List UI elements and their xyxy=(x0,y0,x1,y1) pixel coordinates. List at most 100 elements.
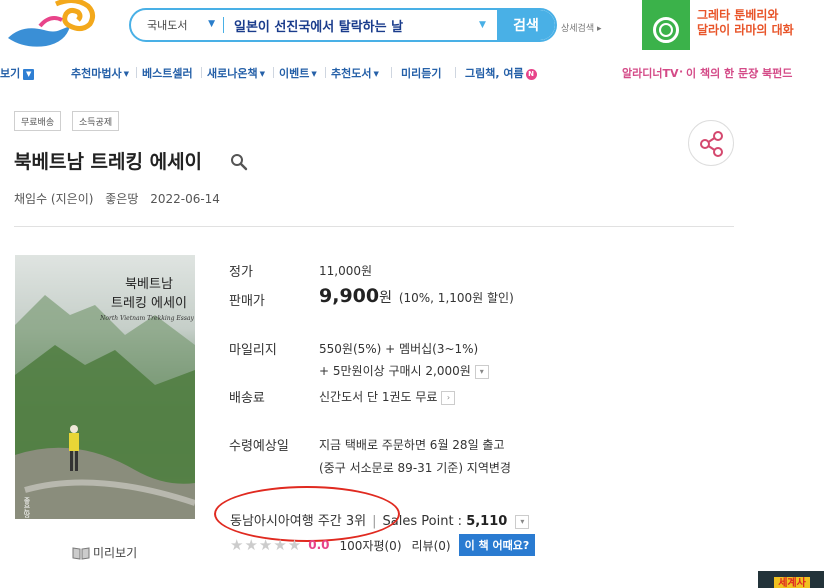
nav-link-sep: · xyxy=(755,65,760,78)
category-rank-link[interactable]: 동남아시아여행 주간 3위 xyxy=(230,514,366,529)
caret-down-icon: ▼ xyxy=(373,70,379,78)
cover-title-line: 북베트남 xyxy=(125,277,173,292)
rating-score: 0.0 xyxy=(308,538,330,552)
sale-price-row: 9,900원 (10%, 1,100원 할인) xyxy=(319,285,514,307)
new-badge: N xyxy=(525,68,537,80)
share-button[interactable] xyxy=(688,120,734,166)
main-nav: 보기 ▼ 추천마법사 ▼ 베스트셀러 새로나온책 ▼ 이벤트 ▼ 추천도서 ▼ 미리듣기 … xyxy=(0,63,835,81)
cover-title-line: 트레킹 에세이 xyxy=(111,296,187,311)
caret-down-icon: ▼ xyxy=(259,70,265,78)
promo-banner-text[interactable]: 그레타 툰베리와 달라이 라마의 대화 xyxy=(697,8,794,38)
delivery-line-1: 지금 택배로 주문하면 6월 28일 출고 xyxy=(319,438,505,452)
search-icon[interactable] xyxy=(230,153,248,171)
nav-divider xyxy=(136,67,137,78)
dropdown-box-icon: ▼ xyxy=(23,68,35,80)
nav-item-recommended-books[interactable]: 추천도서 ▼ xyxy=(331,65,379,81)
publisher-link[interactable]: 좋은땅 xyxy=(105,192,138,206)
nav-label: 추천마법사 xyxy=(71,67,122,80)
nav-label: 그림책, 여름 xyxy=(465,67,524,80)
preview-label: 미리보기 xyxy=(93,546,138,560)
search-bar: 국내도서 ▼ ▼ 검색 xyxy=(129,8,557,42)
ad-thumb-text: 세계사 xyxy=(774,577,810,588)
shipping-label: 배송료 xyxy=(229,391,265,406)
nav-divider xyxy=(273,67,274,78)
short-review-link[interactable]: 100자평(0) xyxy=(340,537,402,554)
nav-divider xyxy=(391,67,392,78)
book-meta: 채임수 (지은이) 좋은땅 2022-06-14 xyxy=(14,190,228,207)
nav-label: 새로나온책 xyxy=(207,67,258,80)
open-book-icon xyxy=(72,546,90,560)
shipping-row: 신간도서 단 1권도 무료 › xyxy=(319,388,456,405)
search-dropdown-icon[interactable]: ▼ xyxy=(479,20,497,30)
nav-item-view[interactable]: 보기 ▼ xyxy=(0,65,35,81)
author-link[interactable]: 채임수 (지은이) xyxy=(14,192,93,206)
nav-label: 베스트셀러 xyxy=(142,67,193,80)
tag-free-shipping: 무료배송 xyxy=(14,111,62,131)
nav-link-aladinertv[interactable]: 알라디너TV xyxy=(622,65,679,81)
nav-label: 알라디너TV xyxy=(622,67,679,80)
mileage-label: 마일리지 xyxy=(229,343,277,358)
sale-price-value: 9,900 xyxy=(319,285,380,307)
rank-row: 동남아시아여행 주간 3위 | Sales Point : 5,110 ▾ xyxy=(230,510,530,529)
divider xyxy=(14,226,734,227)
star-rating: ★★★★★ xyxy=(230,536,303,554)
delivery-label: 수령예상일 xyxy=(229,439,289,454)
list-price-label: 정가 xyxy=(229,265,253,280)
book-cover-image[interactable]: 북베트남 트레킹 에세이 North Vietnam Trekking Essa… xyxy=(15,255,195,519)
search-input[interactable] xyxy=(224,10,479,40)
detail-search-label: 상세검색 xyxy=(561,24,595,34)
promo-book-cover[interactable] xyxy=(642,0,690,50)
nav-label: 미리듣기 xyxy=(401,67,442,80)
cover-subtitle: North Vietnam Trekking Essay xyxy=(100,315,194,322)
aladin-logo[interactable] xyxy=(0,0,110,52)
caret-down-icon: ▼ xyxy=(311,70,317,78)
promo-line-1: 그레타 툰베리와 xyxy=(697,8,779,22)
mileage-line-2-row: + 5만원이상 구매시 2,000원 ▾ xyxy=(319,362,489,379)
share-icon xyxy=(700,131,723,157)
nav-item-new-books[interactable]: 새로나온책 ▼ xyxy=(207,65,265,81)
sales-point-expand-button[interactable]: ▾ xyxy=(515,514,530,529)
shipping-value: 신간도서 단 1권도 무료 xyxy=(319,390,438,404)
review-link[interactable]: 리뷰(0) xyxy=(412,537,451,554)
side-ad-thumbnail[interactable]: 세계사 xyxy=(758,571,824,588)
sale-discount: (10%, 1,100원 할인) xyxy=(398,291,514,305)
cover-title: 북베트남 트레킹 에세이 xyxy=(109,275,189,313)
nav-label: 이벤트 xyxy=(279,67,310,80)
nav-divider xyxy=(201,67,202,78)
cover-publisher: 좋은땅 xyxy=(23,497,31,518)
mileage-expand-button[interactable]: ▾ xyxy=(474,364,489,379)
nav-label: 북펀드 xyxy=(762,67,793,80)
how-about-book-button[interactable]: 이 책 어때요? xyxy=(458,534,536,556)
list-price-value: 11,000원 xyxy=(319,264,373,278)
detail-search-link[interactable]: 상세검색 ▸ xyxy=(561,21,602,34)
sale-price-label: 판매가 xyxy=(229,294,265,309)
publish-date: 2022-06-14 xyxy=(150,192,220,206)
preview-button[interactable]: 미리보기 xyxy=(72,544,137,561)
shipping-info-button[interactable]: › xyxy=(441,390,456,405)
tag-tax-deduction: 소득공제 xyxy=(72,111,120,131)
search-category-select[interactable]: 국내도서 ▼ xyxy=(131,10,223,40)
nav-divider xyxy=(325,67,326,78)
nav-link-bookfund[interactable]: 북펀드 xyxy=(762,65,792,81)
mileage-line-2: + 5만원이상 구매시 2,000원 xyxy=(319,364,471,378)
nav-item-audio-preview[interactable]: 미리듣기 xyxy=(401,65,441,81)
nav-label: 보기 xyxy=(0,67,21,80)
nav-item-recommend-wizard[interactable]: 추천마법사 ▼ xyxy=(71,65,129,81)
nav-label: 추천도서 xyxy=(331,67,372,80)
nav-item-picture-books[interactable]: 그림책, 여름 N xyxy=(465,65,537,81)
nav-label: 이 책의 한 문장 xyxy=(686,67,759,80)
nav-link-sep: · xyxy=(679,65,684,78)
promo-ring-graphic-inner xyxy=(659,23,673,37)
search-category-label: 국내도서 xyxy=(147,19,188,32)
nav-item-bestseller[interactable]: 베스트셀러 xyxy=(142,65,193,81)
sales-point-label: Sales Point : xyxy=(382,514,463,529)
chevron-down-icon: ▼ xyxy=(208,19,215,29)
nav-link-book-sentence[interactable]: 이 책의 한 문장 xyxy=(686,65,758,81)
nav-item-events[interactable]: 이벤트 ▼ xyxy=(279,65,317,81)
rating-row: ★★★★★ 0.0 100자평(0) 리뷰(0) 이 책 어때요? xyxy=(230,534,536,556)
delivery-line-2[interactable]: (중구 서소문로 89-31 기준) 지역변경 xyxy=(319,459,511,476)
promo-line-2: 달라이 라마의 대화 xyxy=(697,23,794,37)
rank-divider: | xyxy=(372,514,377,529)
nav-divider xyxy=(455,67,456,78)
search-button[interactable]: 검색 xyxy=(497,10,555,40)
